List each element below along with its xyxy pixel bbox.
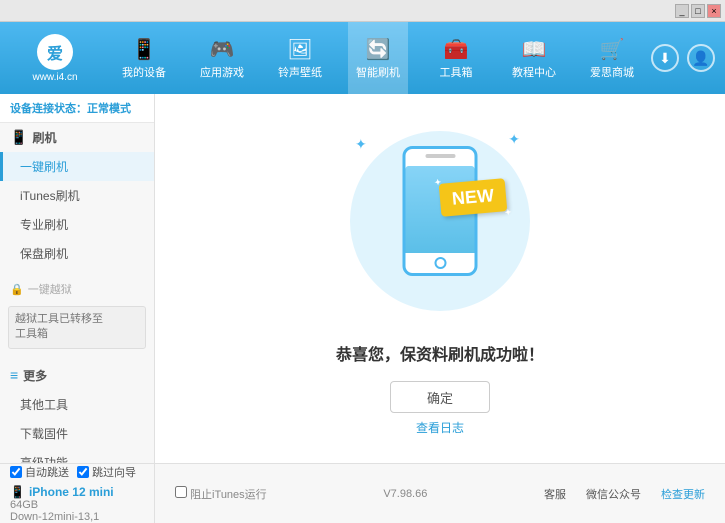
bottom-right: 阻止iTunes运行 V7.98.66 客服 微信公众号 检查更新	[155, 464, 725, 523]
bottom-bar: 自动跳送 跳过向导 📱 iPhone 12 mini 64GB Down-12m…	[0, 463, 725, 523]
new-badge-text: NEW	[451, 185, 495, 209]
logo-area: 爱 www.i4.cn	[10, 34, 100, 83]
phone-illustration: ✦ ✦ NEW	[340, 121, 540, 321]
skip-wizard-checkbox[interactable]	[77, 466, 89, 478]
device-model: Down-12mini-13,1	[10, 511, 144, 523]
device-storage: 64GB	[10, 499, 144, 511]
status-label: 设备连接状态：	[10, 103, 87, 115]
logo-icon: 爱	[37, 34, 73, 70]
device-name: 📱 iPhone 12 mini	[10, 485, 144, 499]
jailbreak-info-box: 越狱工具已转移至工具箱	[8, 306, 146, 349]
maximize-button[interactable]: □	[691, 4, 705, 18]
sidebar: 设备连接状态：正常模式 📱 刷机 一键刷机 iTunes刷机 专业刷机 保盘刷机…	[0, 94, 155, 463]
sidebar-section-more: ≡ 更多	[0, 361, 154, 390]
close-button[interactable]: ×	[707, 4, 721, 18]
sidebar-item-advanced[interactable]: 高级功能	[0, 448, 154, 463]
nav-item-wallpaper[interactable]: 🖼 铃声壁纸	[270, 22, 330, 94]
phone-home-button	[434, 257, 446, 269]
device-info: 📱 iPhone 12 mini 64GB Down-12mini-13,1	[10, 485, 144, 523]
sidebar-item-itunes-flash[interactable]: iTunes刷机	[0, 181, 154, 210]
app-window: 爱 www.i4.cn 📱 我的设备 🎮 应用游戏 🖼 铃声壁纸 🔄 智能刷机	[0, 22, 725, 523]
bottom-left: 自动跳送 跳过向导 📱 iPhone 12 mini 64GB Down-12m…	[0, 464, 155, 523]
nav-icon-store: 🛒	[600, 37, 625, 62]
nav-item-tutorial[interactable]: 📖 教程中心	[504, 22, 564, 94]
sparkle-top-right-icon: ✦	[508, 131, 520, 148]
nav-icon-toolbox: 🧰	[444, 37, 469, 62]
auto-jump-checkbox-label[interactable]: 自动跳送	[10, 464, 69, 480]
auto-jump-label: 自动跳送	[25, 464, 69, 480]
nav-item-apps-games[interactable]: 🎮 应用游戏	[192, 22, 252, 94]
sidebar-item-one-key-flash[interactable]: 一键刷机	[0, 152, 154, 181]
nav-item-store[interactable]: 🛒 爱思商城	[582, 22, 642, 94]
nav-icon-apps-games: 🎮	[210, 37, 235, 62]
itunes-status: 阻止iTunes运行	[175, 486, 267, 502]
nav-label-toolbox: 工具箱	[440, 64, 473, 80]
nav-label-wallpaper: 铃声壁纸	[278, 64, 322, 80]
sidebar-item-pro-flash[interactable]: 专业刷机	[0, 210, 154, 239]
minimize-button[interactable]: _	[675, 4, 689, 18]
jailbreak-section-label: 一键越狱	[28, 281, 72, 297]
nav-label-my-device: 我的设备	[122, 64, 166, 80]
nav-item-smart-flash[interactable]: 🔄 智能刷机	[348, 22, 408, 94]
header-right-buttons: ⬇ 👤	[651, 44, 715, 72]
nav-label-tutorial: 教程中心	[512, 64, 556, 80]
sparkle-top-left-icon: ✦	[355, 136, 367, 153]
wechat-official-link[interactable]: 微信公众号	[586, 486, 641, 502]
more-section-label: 更多	[23, 367, 47, 384]
title-bar: _ □ ×	[0, 0, 725, 22]
sidebar-item-save-flash[interactable]: 保盘刷机	[0, 239, 154, 268]
status-value: 正常模式	[87, 103, 131, 115]
nav-label-smart-flash: 智能刷机	[356, 64, 400, 80]
nav-icon-smart-flash: 🔄	[366, 37, 391, 62]
view-log-link[interactable]: 查看日志	[416, 419, 464, 436]
sidebar-item-other-tools[interactable]: 其他工具	[0, 390, 154, 419]
user-button[interactable]: 👤	[687, 44, 715, 72]
auto-jump-checkbox[interactable]	[10, 466, 22, 478]
header: 爱 www.i4.cn 📱 我的设备 🎮 应用游戏 🖼 铃声壁纸 🔄 智能刷机	[0, 22, 725, 94]
main-content: ✦ ✦ NEW 恭喜您，保资料刷机成功啦！ 确定 查看日志	[155, 94, 725, 463]
device-name-text: iPhone 12 mini	[29, 485, 114, 499]
sidebar-item-download-firmware[interactable]: 下载固件	[0, 419, 154, 448]
phone-icon: 📱	[10, 485, 25, 499]
itunes-status-text: 阻止iTunes运行	[190, 489, 267, 501]
skip-wizard-checkbox-label[interactable]: 跳过向导	[77, 464, 136, 480]
jailbreak-info-text: 越狱工具已转移至工具箱	[15, 313, 103, 340]
success-message: 恭喜您，保资料刷机成功啦！	[336, 341, 544, 365]
flash-section-icon: 📱	[10, 129, 27, 146]
download-button[interactable]: ⬇	[651, 44, 679, 72]
window-controls[interactable]: _ □ ×	[675, 4, 721, 18]
confirm-button[interactable]: 确定	[390, 381, 490, 413]
nav-icon-wallpaper: 🖼	[287, 37, 312, 62]
status-bar: 设备连接状态：正常模式	[0, 94, 154, 123]
nav-icon-tutorial: 📖	[522, 37, 547, 62]
itunes-status-checkbox[interactable]	[175, 486, 187, 498]
more-section-icon: ≡	[10, 367, 18, 383]
nav-label-apps-games: 应用游戏	[200, 64, 244, 80]
nav-item-toolbox[interactable]: 🧰 工具箱	[426, 22, 486, 94]
phone-speaker	[425, 154, 455, 158]
skip-wizard-label: 跳过向导	[92, 464, 136, 480]
nav-item-my-device[interactable]: 📱 我的设备	[114, 22, 174, 94]
flash-section-label: 刷机	[32, 129, 56, 146]
lock-icon: 🔒	[10, 283, 24, 296]
nav-bar: 📱 我的设备 🎮 应用游戏 🖼 铃声壁纸 🔄 智能刷机 🧰 工具箱 📖	[105, 22, 651, 94]
sidebar-section-flash: 📱 刷机	[0, 123, 154, 152]
nav-icon-my-device: 📱	[132, 37, 157, 62]
new-badge: NEW	[439, 178, 508, 217]
customer-service-link[interactable]: 客服	[544, 486, 566, 502]
version-text: V7.98.66	[383, 488, 427, 500]
bottom-links: 客服 微信公众号 检查更新	[544, 486, 705, 502]
check-update-link[interactable]: 检查更新	[661, 486, 705, 502]
nav-label-store: 爱思商城	[590, 64, 634, 80]
content-area: 设备连接状态：正常模式 📱 刷机 一键刷机 iTunes刷机 专业刷机 保盘刷机…	[0, 94, 725, 463]
checkboxes-row: 自动跳送 跳过向导	[10, 464, 144, 480]
sidebar-section-jailbreak: 🔒 一键越狱	[0, 276, 154, 302]
logo-text: www.i4.cn	[32, 72, 77, 83]
